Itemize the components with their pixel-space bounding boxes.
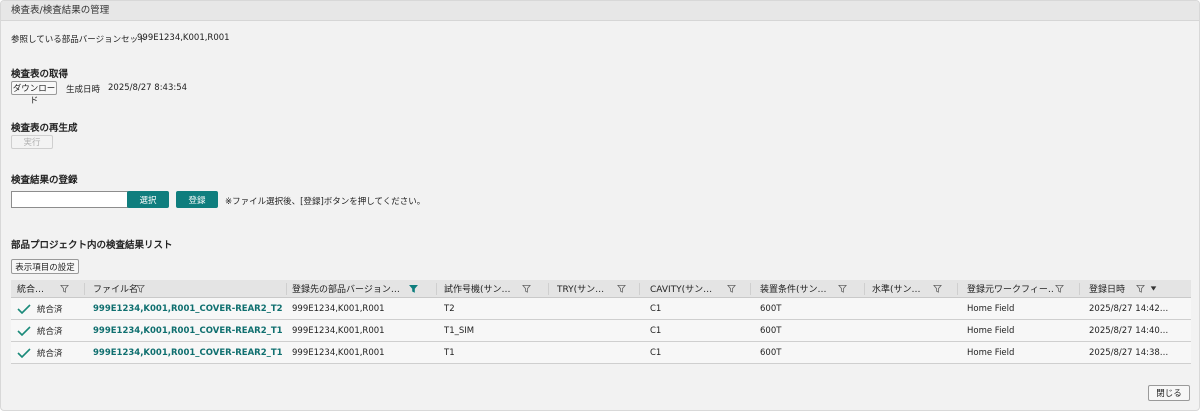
close-button[interactable]: 閉じる bbox=[1148, 385, 1190, 401]
table-header: 統合… ファイル名 登録先の部品バージョン… 試作号機(サン… TRY(サン… … bbox=[11, 280, 1191, 298]
check-icon bbox=[17, 347, 31, 358]
register-title: 検査結果の登録 bbox=[11, 175, 78, 186]
cell-file[interactable]: 999E1234,K001,R001_COVER-REAR2_T1… bbox=[93, 342, 283, 363]
list-title: 部品プロジェクト内の検査結果リスト bbox=[11, 240, 173, 251]
cell-equip: 600T bbox=[760, 325, 782, 336]
cell-date: 2025/8/27 14:40… bbox=[1089, 325, 1169, 336]
col-header-status[interactable]: 統合… bbox=[17, 280, 49, 297]
select-file-button[interactable]: 選択 bbox=[127, 191, 169, 208]
status-text: 統合済 bbox=[37, 326, 63, 337]
register-button[interactable]: 登録 bbox=[176, 191, 218, 208]
cell-version: 999E1234,K001,R001 bbox=[292, 347, 385, 358]
cell-status: 統合済 bbox=[17, 342, 77, 363]
cell-try bbox=[557, 320, 637, 341]
col-header-date[interactable]: 登録日時 bbox=[1089, 280, 1133, 297]
filter-icon[interactable] bbox=[727, 284, 736, 293]
cell-level bbox=[872, 298, 952, 319]
col-header-cavity[interactable]: CAVITY(サン… bbox=[650, 280, 718, 297]
filter-icon[interactable] bbox=[1055, 284, 1064, 293]
cell-equip: 600T bbox=[760, 303, 782, 314]
filter-icon[interactable] bbox=[617, 284, 626, 293]
sort-desc-icon[interactable] bbox=[1150, 285, 1157, 292]
table-row[interactable]: 統合済 999E1234,K001,R001_COVER-REAR2_T1… 999… bbox=[11, 342, 1191, 364]
column-separator[interactable] bbox=[84, 283, 85, 295]
cell-level bbox=[872, 342, 952, 363]
filter-icon[interactable] bbox=[933, 284, 942, 293]
filter-icon[interactable] bbox=[838, 284, 847, 293]
cell-file[interactable]: 999E1234,K001,R001_COVER-REAR2_T2… bbox=[93, 298, 283, 319]
cell-workfield: Home Field bbox=[967, 347, 1015, 358]
column-separator[interactable] bbox=[750, 283, 751, 295]
cell-date: 2025/8/27 14:42… bbox=[1089, 303, 1169, 314]
column-separator[interactable] bbox=[639, 283, 640, 295]
col-header-level[interactable]: 水準(サン… bbox=[872, 280, 928, 297]
status-text: 統合済 bbox=[37, 304, 63, 315]
display-settings-button[interactable]: 表示項目の設定 bbox=[11, 259, 79, 274]
cell-level bbox=[872, 320, 952, 341]
cell-try bbox=[557, 342, 637, 363]
cell-cavity: C1 bbox=[650, 325, 662, 336]
column-separator[interactable] bbox=[864, 283, 865, 295]
table-row[interactable]: 統合済 999E1234,K001,R001_COVER-REAR2_T1… 999… bbox=[11, 320, 1191, 342]
filter-icon[interactable] bbox=[1136, 284, 1145, 293]
reference-label: 参照している部品バージョンセット bbox=[11, 35, 147, 45]
table-row[interactable]: 統合済 999E1234,K001,R001_COVER-REAR2_T2… 999… bbox=[11, 298, 1191, 320]
cell-version: 999E1234,K001,R001 bbox=[292, 303, 385, 314]
run-button[interactable]: 実行 bbox=[11, 135, 53, 149]
filter-icon[interactable] bbox=[136, 284, 145, 293]
col-header-file[interactable]: ファイル名 bbox=[93, 280, 138, 297]
column-separator[interactable] bbox=[436, 283, 437, 295]
col-header-version[interactable]: 登録先の部品バージョン… bbox=[292, 280, 404, 297]
table-body: 統合済 999E1234,K001,R001_COVER-REAR2_T2… 999… bbox=[11, 298, 1191, 364]
cell-workfield: Home Field bbox=[967, 325, 1015, 336]
cell-status: 統合済 bbox=[17, 298, 77, 319]
download-button[interactable]: ダウンロード bbox=[11, 81, 57, 106]
col-header-proto[interactable]: 試作号機(サン… bbox=[444, 280, 516, 297]
column-separator[interactable] bbox=[548, 283, 549, 295]
cell-try bbox=[557, 298, 637, 319]
status-text: 統合済 bbox=[37, 348, 63, 359]
cell-status: 統合済 bbox=[17, 320, 77, 341]
check-icon bbox=[17, 325, 31, 336]
results-table: 統合… ファイル名 登録先の部品バージョン… 試作号機(サン… TRY(サン… … bbox=[11, 280, 1191, 364]
generated-value: 2025/8/27 8:43:54 bbox=[108, 83, 188, 93]
dialog-title: 検査表/検査結果の管理 bbox=[1, 1, 1199, 21]
col-header-workfield[interactable]: 登録元ワークフィー… bbox=[967, 280, 1053, 297]
inspection-dialog: 検査表/検査結果の管理 参照している部品バージョンセット 999E1234,K0… bbox=[0, 0, 1200, 411]
filter-icon[interactable] bbox=[522, 284, 531, 293]
cell-proto: T1 bbox=[444, 347, 455, 358]
cell-version: 999E1234,K001,R001 bbox=[292, 325, 385, 336]
sheet-get-title: 検査表の取得 bbox=[11, 69, 69, 80]
column-separator[interactable] bbox=[286, 283, 287, 295]
cell-date: 2025/8/27 14:38… bbox=[1089, 347, 1169, 358]
active-filter-icon[interactable] bbox=[409, 284, 418, 293]
column-separator[interactable] bbox=[957, 283, 958, 295]
col-header-try[interactable]: TRY(サン… bbox=[557, 280, 609, 297]
generated-label: 生成日時 bbox=[66, 85, 101, 95]
cell-equip: 600T bbox=[760, 347, 782, 358]
file-path-input[interactable] bbox=[11, 191, 128, 208]
column-separator[interactable] bbox=[1079, 283, 1080, 295]
check-icon bbox=[17, 303, 31, 314]
cell-proto: T2 bbox=[444, 303, 455, 314]
cell-workfield: Home Field bbox=[967, 303, 1015, 314]
col-header-equip[interactable]: 装置条件(サン… bbox=[760, 280, 828, 297]
register-note: ※ファイル選択後、[登録]ボタンを押してください。 bbox=[225, 197, 426, 207]
cell-file[interactable]: 999E1234,K001,R001_COVER-REAR2_T1… bbox=[93, 320, 283, 341]
cell-cavity: C1 bbox=[650, 347, 662, 358]
reference-value: 999E1234,K001,R001 bbox=[137, 33, 230, 43]
cell-cavity: C1 bbox=[650, 303, 662, 314]
filter-icon[interactable] bbox=[60, 284, 69, 293]
cell-proto: T1_SIM bbox=[444, 325, 475, 336]
regen-title: 検査表の再生成 bbox=[11, 123, 78, 134]
